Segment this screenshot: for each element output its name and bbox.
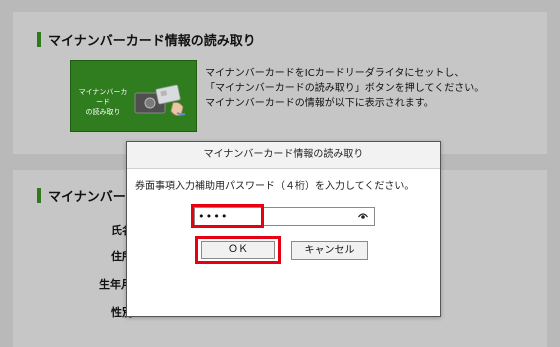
section-title: マイナンバーカード情報の読み取り — [37, 30, 256, 49]
read-button-label: マイナンバーカード の読み取り — [77, 87, 129, 117]
title-accent-bar — [37, 32, 41, 47]
dialog-title: マイナンバーカード情報の読み取り — [127, 142, 440, 169]
eye-icon[interactable] — [358, 212, 368, 220]
cancel-button[interactable]: キャンセル — [291, 241, 368, 260]
read-button-label-line-1: マイナンバーカード — [78, 88, 128, 106]
instruction-line-1: マイナンバーカードをICカードリーダライタにセットし、 — [205, 68, 465, 79]
card-reading-section: マイナンバーカード情報の読み取り マイナンバーカード の読み取り マイナンバーカ… — [13, 12, 547, 154]
password-dialog: マイナンバーカード情報の読み取り 券面事項入力補助用パスワード（４桁）を入力して… — [126, 141, 441, 317]
page: マイナンバーカード情報の読み取り マイナンバーカード の読み取り マイナンバーカ… — [0, 0, 560, 347]
password-field[interactable] — [194, 207, 375, 226]
read-mynumber-card-button[interactable]: マイナンバーカード の読み取り — [70, 60, 197, 132]
instruction-line-2: 「マイナンバーカードの読み取り」ボタンを押してください。 — [205, 83, 485, 94]
read-button-label-line-2: の読み取り — [85, 108, 121, 116]
dialog-message: 券面事項入力補助用パスワード（４桁）を入力してください。 — [135, 181, 415, 192]
ok-button[interactable]: ＯＫ — [201, 241, 275, 259]
reading-instructions: マイナンバーカードをICカードリーダライタにセットし、 「マイナンバーカードの読… — [205, 66, 484, 111]
instruction-line-3: マイナンバーカードの情報が以下に表示されます。 — [205, 98, 434, 109]
section-title-text: マイナンバーカード情報の読み取り — [48, 34, 256, 49]
password-input[interactable] — [198, 208, 348, 225]
title-accent-bar — [37, 188, 41, 203]
card-reader-icon — [134, 84, 186, 116]
